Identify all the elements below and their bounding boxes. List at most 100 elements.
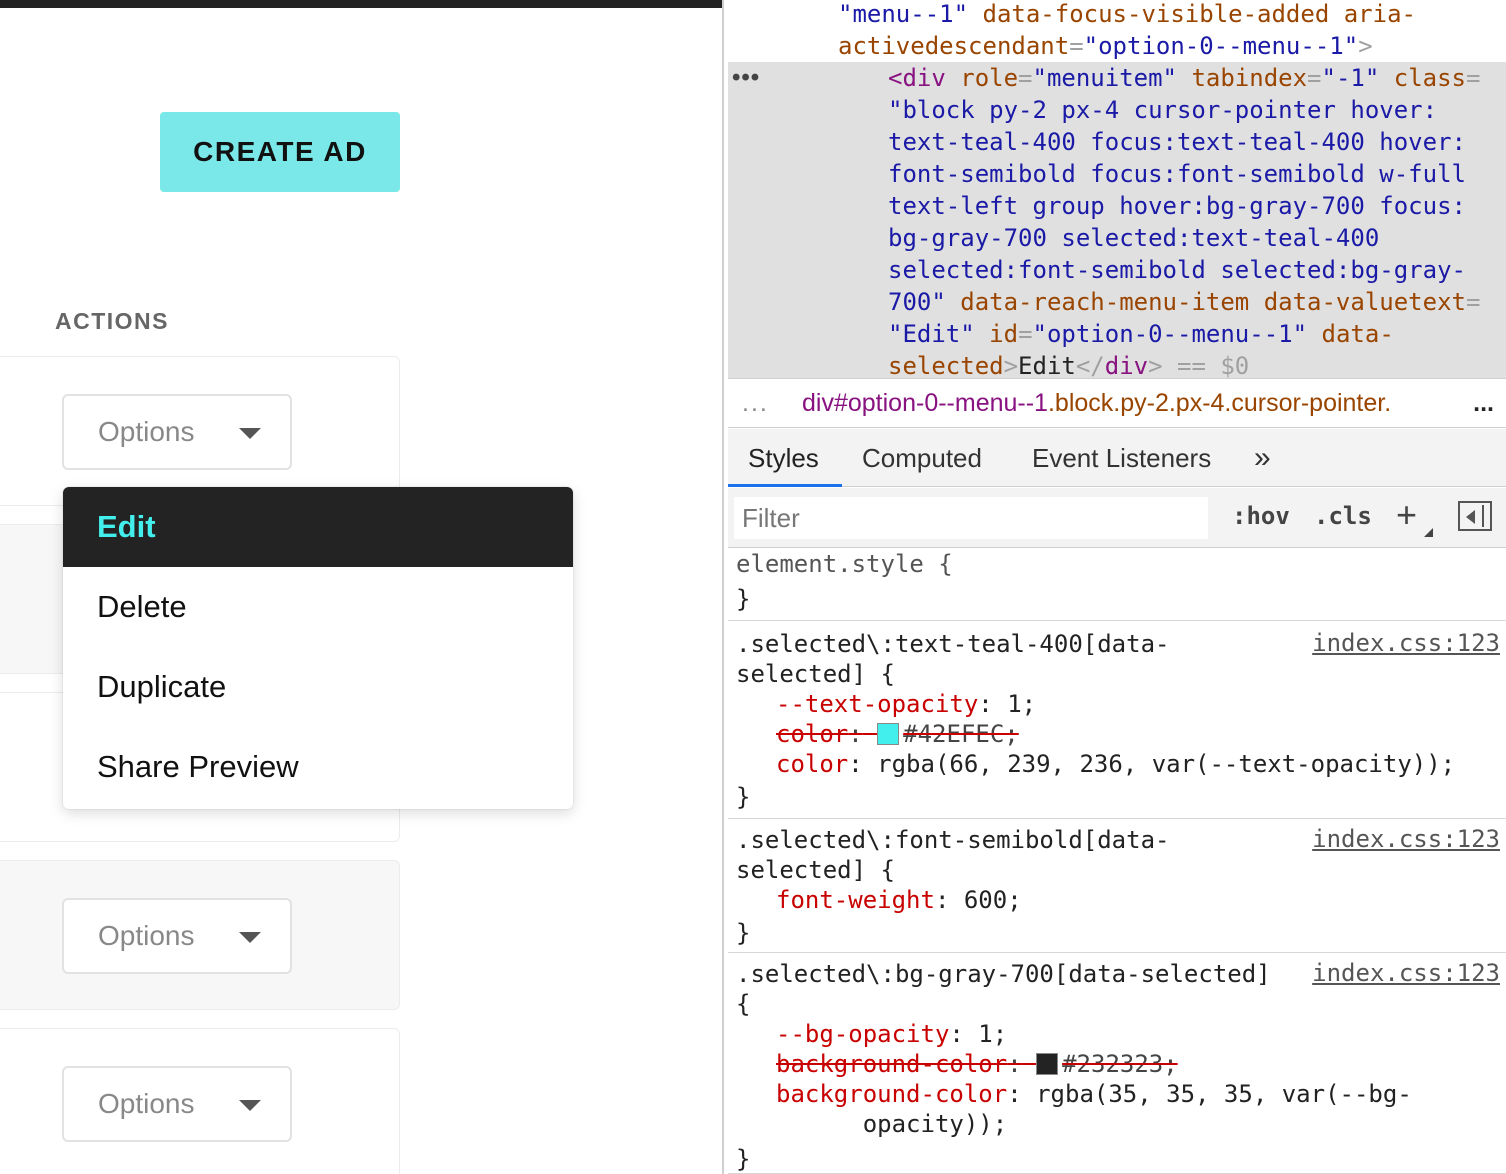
menu-item-duplicate[interactable]: Duplicate — [63, 647, 573, 727]
dom-token: selected — [888, 352, 1004, 380]
property-name: --bg-opacity — [776, 1020, 950, 1048]
css-declaration[interactable]: --bg-opacity: 1; — [776, 1019, 1007, 1049]
rule-selector[interactable]: .selected\:font-semibold[data- selected]… — [736, 825, 1169, 885]
rule-close-brace: } — [736, 1145, 751, 1173]
overridden-declaration[interactable]: color: #42EFEC; — [776, 719, 1019, 749]
dom-token: div — [1104, 352, 1149, 380]
breadcrumb-overflow[interactable]: ... — [1473, 389, 1494, 418]
property-value: 1; — [963, 1020, 1008, 1048]
css-declaration[interactable]: font-weight: 600; — [776, 885, 1022, 915]
devtools-pane: ••• "menu--1" data-focus-visible-added a… — [722, 0, 1506, 1174]
element-style-selector: element.style { — [736, 550, 953, 578]
dom-token — [1379, 64, 1393, 92]
property-value: 600; — [949, 886, 1022, 914]
color-swatch-icon[interactable] — [877, 723, 900, 745]
hov-toggle[interactable]: :hov — [1232, 502, 1290, 530]
dom-line[interactable]: font-semibold focus:font-semibold w-full — [888, 158, 1466, 190]
dom-token: data- — [1321, 320, 1394, 348]
dom-line[interactable]: "Edit" id="option-0--menu--1" data- — [888, 318, 1394, 350]
menu-item-share-preview[interactable]: Share Preview — [63, 727, 573, 807]
rule-source-link[interactable]: index.css:123 — [1312, 959, 1500, 987]
dom-token: text-teal-400 focus:text-teal-400 hover: — [888, 128, 1466, 156]
dom-token: = — [1465, 288, 1481, 316]
colon: : — [848, 750, 863, 778]
property-value: #42EFEC; — [903, 720, 1019, 748]
menu-item-delete[interactable]: Delete — [63, 567, 573, 647]
filter-input[interactable] — [734, 497, 1208, 539]
dom-token: Edit — [1018, 352, 1076, 380]
css-declaration[interactable]: --text-opacity: 1; — [776, 689, 1036, 719]
colon: : — [949, 1020, 964, 1048]
colon: : — [1007, 1080, 1022, 1108]
tab-computed[interactable]: Computed — [862, 429, 982, 487]
options-dropdown[interactable]: Options — [62, 898, 292, 974]
dom-token — [946, 64, 960, 92]
dom-token: == — [1162, 352, 1221, 380]
options-dropdown[interactable]: Options — [62, 394, 292, 470]
dom-token — [975, 320, 989, 348]
more-tabs-icon[interactable]: » — [1254, 429, 1271, 487]
element-style-rule: element.style { } — [728, 549, 1506, 621]
dom-token: > — [1003, 352, 1019, 380]
dom-token: <div — [888, 64, 946, 92]
dom-token: data-valuetext — [1263, 288, 1466, 316]
dom-line[interactable]: text-left group hover:bg-gray-700 focus: — [888, 190, 1466, 222]
dom-token: role — [960, 64, 1019, 92]
dom-token: "menu--1" — [838, 0, 969, 28]
dom-token: bg-gray-700 selected:text-teal-400 — [888, 224, 1380, 252]
dom-line[interactable]: 700" data-reach-menu-item data-valuetext… — [888, 286, 1480, 318]
color-swatch-icon[interactable] — [1036, 1053, 1059, 1075]
css-declaration[interactable]: color: rgba(66, 239, 236, var(--text-opa… — [776, 749, 1455, 779]
dom-line[interactable]: activedescendant="option-0--menu--1"> — [838, 30, 1373, 62]
new-rule-icon[interactable]: + — [1396, 494, 1417, 536]
rule-close-brace: } — [736, 783, 751, 811]
dom-token: $0 — [1220, 352, 1250, 380]
property-name: font-weight — [776, 886, 935, 914]
options-dropdown[interactable]: Options — [62, 1066, 292, 1142]
property-name: background-color — [776, 1080, 1008, 1108]
breadcrumb-node[interactable]: div#option-0--menu--1.block.py-2.px-4.cu… — [802, 389, 1391, 418]
dom-token: "option-0--menu--1" — [1032, 320, 1308, 348]
dom-token — [1177, 64, 1191, 92]
rule-source-link[interactable]: index.css:123 — [1312, 825, 1500, 853]
create-ad-button[interactable]: CREATE AD — [160, 112, 400, 192]
toggle-sidebar-icon[interactable] — [1458, 501, 1492, 531]
dom-line[interactable]: <div role="menuitem" tabindex="-1" class… — [888, 62, 1480, 94]
dom-line[interactable]: bg-gray-700 selected:text-teal-400 — [888, 222, 1379, 254]
devtools-tabs: Styles Computed Event Listeners » — [728, 429, 1506, 487]
rule-selector[interactable]: .selected\:text-teal-400[data- selected]… — [736, 629, 1169, 689]
dom-line[interactable]: text-teal-400 focus:text-teal-400 hover: — [888, 126, 1466, 158]
dom-token: "option-0--menu--1" — [1083, 32, 1359, 60]
rule-source-link[interactable]: index.css:123 — [1312, 629, 1500, 657]
tab-event-listeners[interactable]: Event Listeners — [1032, 429, 1211, 487]
styles-toolbar: :hov .cls + — [728, 488, 1506, 548]
dom-token: = — [1018, 320, 1033, 348]
dom-token: data-reach-menu-item — [960, 288, 1250, 316]
options-label: Options — [98, 416, 195, 447]
overridden-declaration[interactable]: background-color: #232323; — [776, 1049, 1178, 1079]
dom-token: = — [1018, 64, 1033, 92]
dom-line[interactable]: selected:font-semibold selected:bg-gray- — [888, 254, 1466, 286]
node-more-icon[interactable]: ••• — [732, 64, 760, 92]
dom-line[interactable]: "block py-2 px-4 cursor-pointer hover: — [888, 94, 1437, 126]
new-rule-menu-icon[interactable] — [1424, 528, 1433, 537]
dom-line[interactable]: "menu--1" data-focus-visible-added aria- — [838, 0, 1416, 30]
property-value: 1; — [992, 690, 1037, 718]
cls-toggle[interactable]: .cls — [1314, 502, 1372, 530]
css-declaration[interactable]: background-color: rgba(35, 35, 35, var(-… — [776, 1079, 1412, 1139]
colon: : — [848, 720, 863, 748]
dom-token: aria- — [1343, 0, 1416, 28]
breadcrumb-more[interactable]: ... — [742, 389, 769, 418]
caret-down-icon — [239, 1100, 261, 1111]
property-name: --text-opacity — [776, 690, 979, 718]
dom-token: "Edit" — [888, 320, 975, 348]
active-tab-indicator — [728, 484, 842, 487]
rule-close-brace: } — [736, 919, 751, 947]
rule-selector[interactable]: .selected\:bg-gray-700[data-selected] { — [736, 959, 1271, 1019]
dom-token: tabindex — [1191, 64, 1308, 92]
tab-styles[interactable]: Styles — [748, 429, 819, 487]
dom-token: = — [1307, 64, 1322, 92]
menu-item-edit[interactable]: Edit — [63, 487, 573, 567]
